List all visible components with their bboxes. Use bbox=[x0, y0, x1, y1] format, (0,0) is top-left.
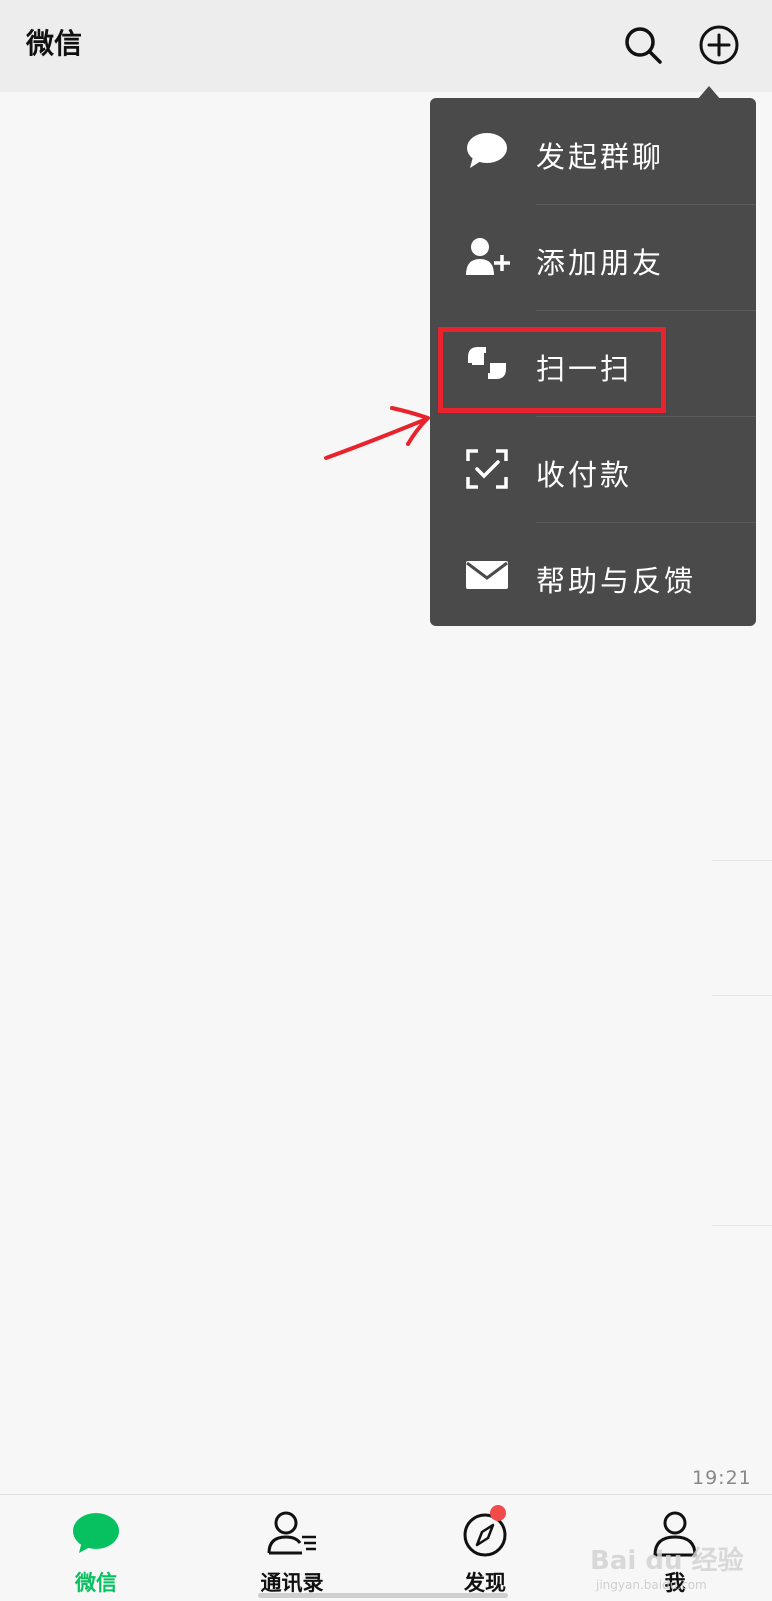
time-text: 19:21 bbox=[692, 1467, 752, 1489]
tab-chats[interactable]: 微信 bbox=[26, 1495, 166, 1601]
add-friend-icon bbox=[466, 238, 510, 275]
notification-badge bbox=[490, 1505, 506, 1521]
menu-item-pay-receive[interactable]: 收付款 bbox=[430, 416, 756, 522]
highlight-box bbox=[438, 327, 666, 413]
annotation-arrow bbox=[324, 406, 430, 460]
search-icon[interactable] bbox=[620, 22, 666, 68]
menu-item-start-group-chat[interactable]: 发起群聊 bbox=[430, 98, 756, 204]
menu-item-help-feedback[interactable]: 帮助与反馈 bbox=[430, 522, 756, 628]
list-divider bbox=[712, 995, 772, 996]
chat-icon bbox=[73, 1513, 119, 1553]
menu-item-label: 帮助与反馈 bbox=[536, 564, 697, 598]
pay-check-icon bbox=[466, 449, 508, 489]
app-title: 微信 bbox=[26, 27, 83, 60]
menu-item-label: 收付款 bbox=[536, 458, 633, 492]
list-divider bbox=[712, 860, 772, 861]
mail-icon bbox=[466, 561, 508, 589]
tab-contacts[interactable]: 通讯录 bbox=[222, 1495, 362, 1601]
plus-circle-icon[interactable] bbox=[696, 22, 742, 68]
top-bar: 微信 bbox=[0, 0, 772, 92]
baidu-watermark: Bai du 经验 bbox=[590, 1546, 744, 1576]
chat-bubble-icon bbox=[467, 133, 507, 168]
tab-label: 微信 bbox=[75, 1571, 117, 1595]
baidu-watermark-url: jingyan.baidu.com bbox=[596, 1578, 707, 1592]
home-indicator bbox=[258, 1593, 508, 1598]
tab-discover[interactable]: 发现 bbox=[415, 1495, 555, 1601]
menu-item-label: 添加朋友 bbox=[536, 246, 665, 280]
list-divider bbox=[712, 1225, 772, 1226]
menu-item-add-friend[interactable]: 添加朋友 bbox=[430, 204, 756, 310]
menu-item-label: 发起群聊 bbox=[536, 140, 665, 174]
contacts-icon bbox=[267, 1511, 316, 1555]
